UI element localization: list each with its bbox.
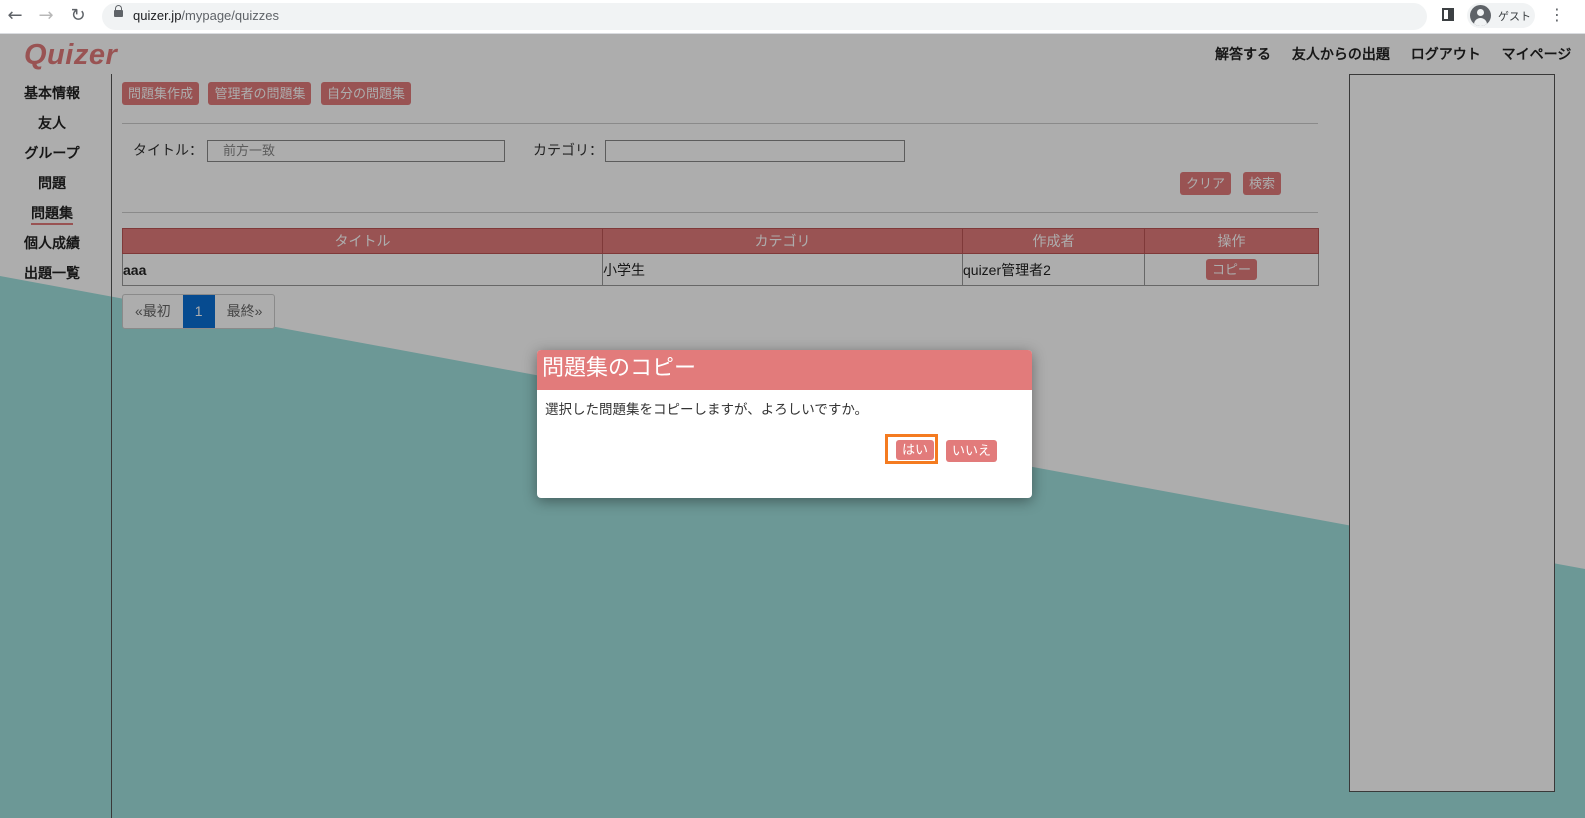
- dialog-message: 選択した問題集をコピーしますが、よろしいですか。: [545, 402, 869, 417]
- no-button[interactable]: いいえ: [946, 440, 998, 462]
- copy-confirm-dialog: 問題集のコピー 選択した問題集をコピーしますが、よろしいですか。 はい いいえ: [537, 350, 1032, 498]
- side-panel-icon[interactable]: [1442, 8, 1454, 21]
- lock-icon: [114, 5, 123, 17]
- profile-button[interactable]: ゲスト: [1467, 3, 1535, 28]
- profile-label: ゲスト: [1498, 11, 1531, 23]
- address-bar[interactable]: quizer.jp/mypage/quizzes: [102, 3, 1427, 30]
- dialog-title: 問題集のコピー: [537, 350, 1032, 390]
- yes-button[interactable]: はい: [896, 440, 935, 460]
- page: Quizer 解答する 友人からの出題 ログアウト マイページ 基本情報 友人 …: [0, 34, 1585, 818]
- kebab-menu-icon[interactable]: ⋮: [1549, 5, 1565, 25]
- yes-button-focus-ring: はい: [885, 434, 938, 464]
- browser-toolbar: ← → ↻ quizer.jp/mypage/quizzes ゲスト ⋮: [0, 0, 1585, 34]
- url-text: quizer.jp/mypage/quizzes: [133, 8, 279, 23]
- reload-icon[interactable]: ↻: [66, 5, 90, 27]
- forward-arrow-icon[interactable]: →: [34, 5, 58, 27]
- avatar-icon: [1470, 5, 1491, 26]
- back-arrow-icon[interactable]: ←: [3, 5, 27, 27]
